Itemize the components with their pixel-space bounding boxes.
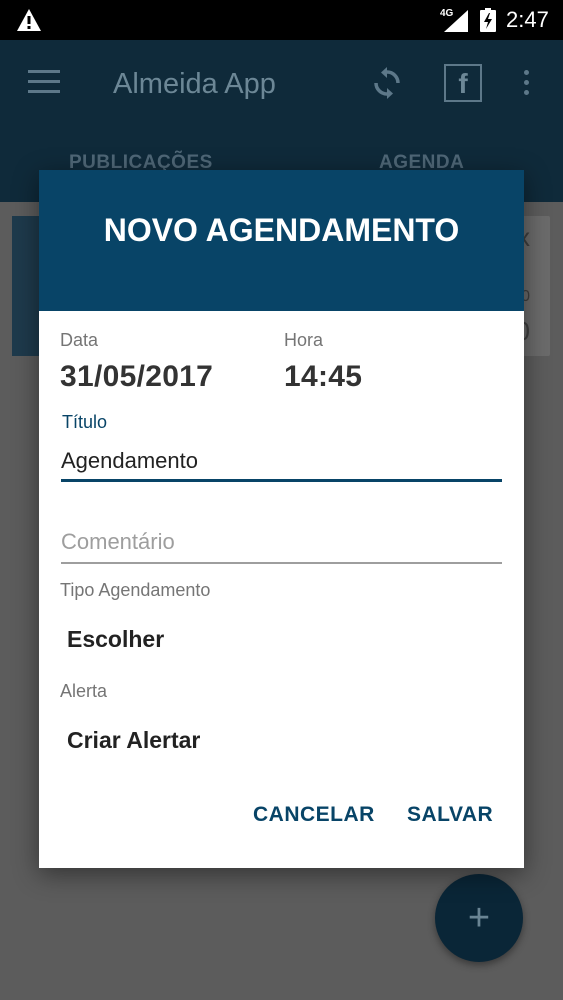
title-label: Título [62, 412, 108, 432]
alert-label: Alerta [60, 681, 108, 701]
time-label: Hora [284, 330, 324, 350]
facebook-icon[interactable]: f [444, 64, 482, 102]
status-bar: 4G 2:47 [0, 0, 563, 40]
time-value[interactable]: 14:45 [284, 360, 362, 394]
new-schedule-dialog: NOVO AGENDAMENTO Data Hora 31/05/2017 14… [39, 170, 524, 868]
date-value[interactable]: 31/05/2017 [60, 360, 213, 394]
type-label: Tipo Agendamento [60, 580, 211, 600]
overflow-menu-icon[interactable] [524, 70, 532, 98]
alert-select[interactable]: Criar Alertar [67, 727, 200, 754]
card-color-strip [12, 216, 42, 356]
sync-icon[interactable] [370, 66, 404, 100]
add-button[interactable]: + [435, 874, 523, 962]
dialog-header: NOVO AGENDAMENTO [39, 170, 524, 311]
menu-icon[interactable] [28, 70, 60, 94]
add-icon: + [467, 897, 491, 939]
title-input[interactable] [61, 442, 502, 482]
dialog-title: NOVO AGENDAMENTO [103, 212, 460, 248]
battery-charging-icon [480, 8, 496, 32]
date-label: Data [60, 330, 99, 350]
signal-icon [444, 10, 468, 32]
clock: 2:47 [506, 7, 549, 32]
warning-icon [17, 9, 41, 31]
cancel-button[interactable]: CANCELAR [253, 803, 375, 827]
type-select[interactable]: Escolher [67, 626, 164, 653]
comment-input[interactable] [61, 522, 502, 564]
save-button[interactable]: SALVAR [407, 803, 493, 827]
app-title: Almeida App [113, 68, 276, 100]
